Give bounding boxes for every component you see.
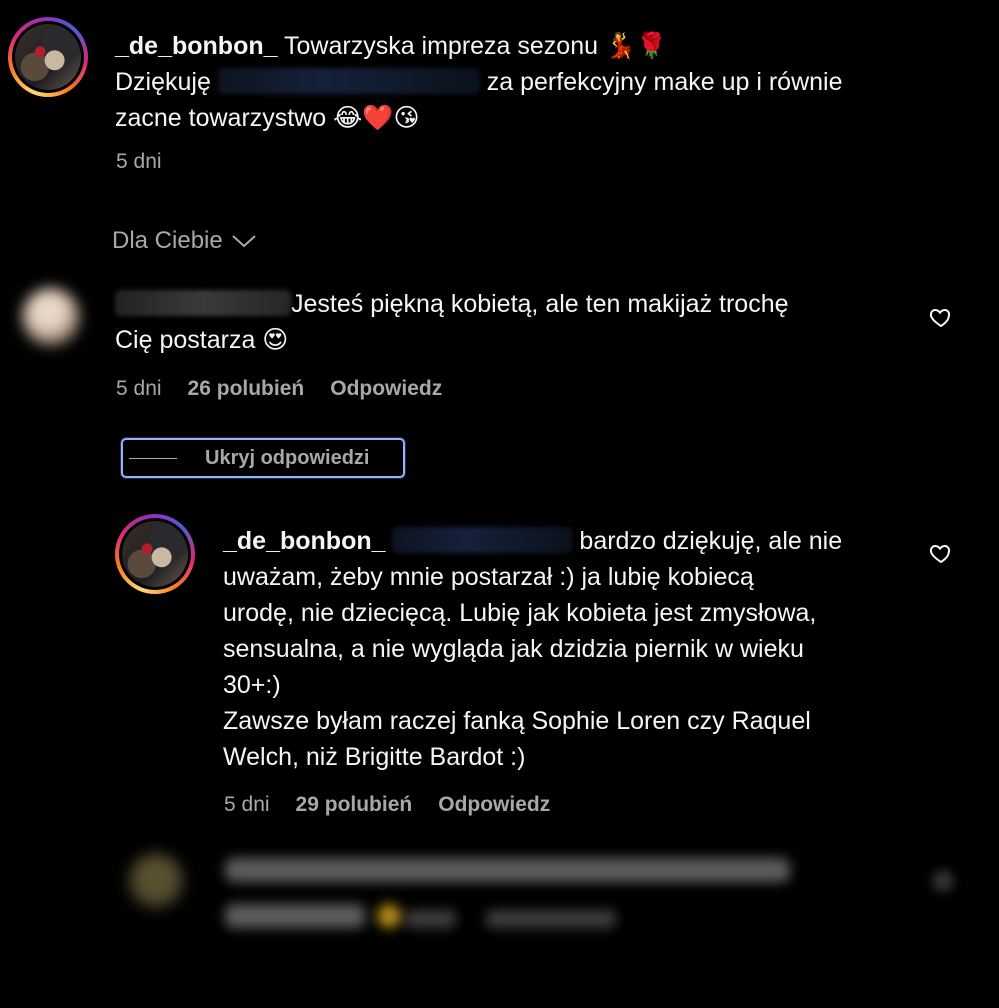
chevron-down-icon [232, 235, 256, 248]
blurred-heart-icon [932, 870, 954, 892]
comment-likes[interactable]: 26 polubień [188, 377, 305, 401]
heart-icon[interactable] [929, 305, 953, 329]
post-author-avatar[interactable] [8, 17, 88, 97]
reply-author-avatar[interactable] [115, 514, 195, 594]
comment-timestamp[interactable]: 5 dni [116, 377, 162, 401]
reply-timestamp[interactable]: 5 dni [224, 793, 270, 817]
commenter-username-redacted[interactable] [115, 290, 291, 316]
comment-reply-button[interactable]: Odpowiedz [330, 377, 442, 401]
comment-sort-dropdown[interactable]: Dla Ciebie [112, 227, 257, 255]
reply-text-line-4: sensualna, a nie wygląda jak dzidzia pie… [223, 635, 804, 663]
reply-text-line-3: urodę, nie dziecięcą. Lubię jak kobieta … [223, 599, 817, 627]
comment-sort-label: Dla Ciebie [112, 227, 223, 254]
comment-text-line-1: Jesteś piękną kobietą, ale ten makijaż t… [291, 290, 789, 318]
reply-text-line-2: uważam, żeby mnie postarzał :) ja lubię … [223, 563, 754, 591]
divider-line [129, 457, 177, 459]
reply-body: _de_bonbon_ bardzo dziękuję, ale nie uwa… [223, 523, 923, 775]
blurred-reply-content [225, 856, 815, 933]
reply-username[interactable]: _de_bonbon_ [223, 527, 386, 555]
hide-replies-button[interactable]: Ukryj odpowiedzi [121, 438, 405, 478]
post-username[interactable]: _de_bonbon_ [115, 32, 278, 60]
post-caption-line-1: _de_bonbon_ Towarzyska impreza sezonu 💃🌹 [115, 28, 935, 64]
commenter-avatar[interactable] [22, 288, 80, 346]
reply-reply-button[interactable]: Odpowiedz [438, 793, 550, 817]
comment-meta: 5 dni 26 polubień Odpowiedz [116, 377, 442, 401]
reply-text-line-7: Welch, niż Brigitte Bardot :) [223, 743, 526, 771]
post-caption-line-3: zacne towarzystwo 😂❤️😘 [115, 104, 420, 132]
redacted-mention [217, 68, 480, 94]
post-caption-line-2: Dziękuję za perfekcyjny make up i równie [115, 68, 843, 96]
comment-body: Jesteś piękną kobietą, ale ten makijaż t… [115, 286, 905, 358]
reply-likes[interactable]: 29 polubień [296, 793, 413, 817]
comment-text-line-2: Cię postarza 😍 [115, 326, 289, 354]
blurred-reply-avatar [128, 853, 184, 909]
reply-meta: 5 dni 29 polubień Odpowiedz [224, 793, 550, 817]
post-timestamp[interactable]: 5 dni [116, 150, 162, 174]
heart-icon[interactable] [929, 541, 953, 565]
reply-text-line-5: 30+:) [223, 671, 281, 699]
post-caption: _de_bonbon_ Towarzyska impreza sezonu 💃🌹… [115, 28, 935, 136]
hide-replies-label: Ukryj odpowiedzi [205, 446, 370, 469]
redacted-mention [392, 527, 573, 553]
post-meta: 5 dni [116, 150, 162, 174]
reply-text-line-6: Zawsze byłam raczej fanką Sophie Loren c… [223, 707, 811, 735]
post-caption-text: Towarzyska impreza sezonu 💃🌹 [277, 32, 668, 60]
